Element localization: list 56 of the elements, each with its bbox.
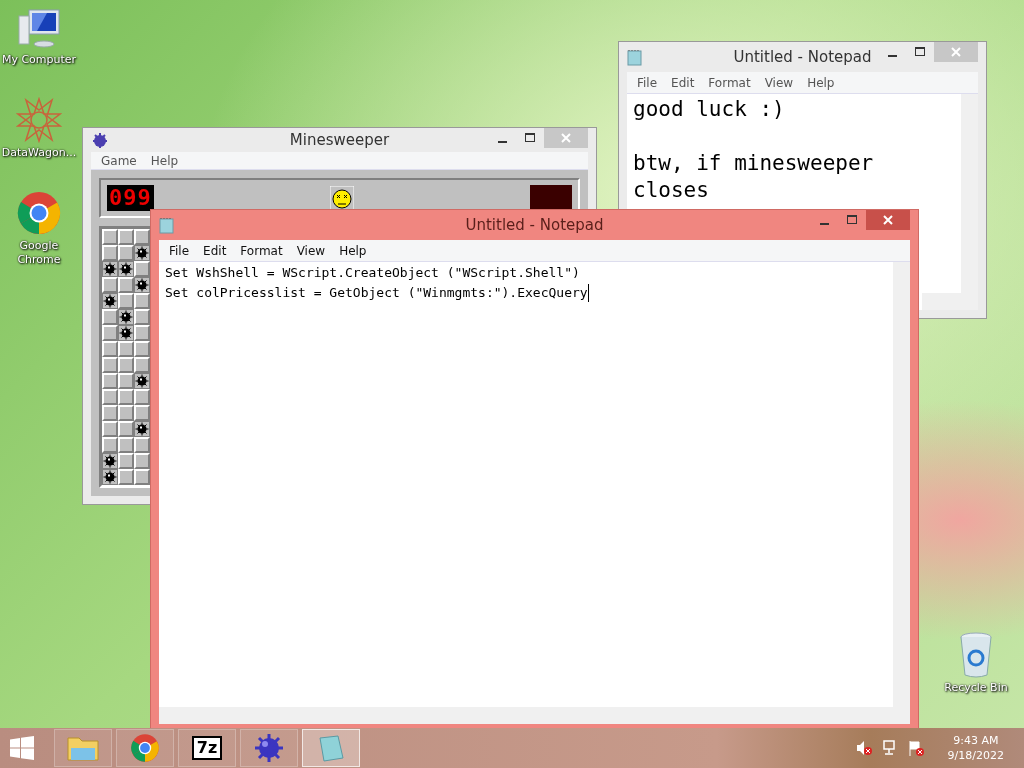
board-cell[interactable] xyxy=(102,453,118,469)
notepad-icon xyxy=(627,48,643,66)
code-line: Set WshShell = WScript.CreateObject ("WScript.Shell") xyxy=(165,264,581,282)
taskbar-button[interactable]: 7z xyxy=(178,729,236,767)
board-cell[interactable] xyxy=(102,469,118,485)
menu-item[interactable]: View xyxy=(290,243,332,258)
maximize-icon xyxy=(847,215,857,225)
flag-icon[interactable] xyxy=(907,740,924,756)
minimize-icon xyxy=(887,54,897,57)
menu-item[interactable]: Format xyxy=(234,243,289,258)
recycle-bin-icon[interactable] xyxy=(958,632,994,678)
timer-display xyxy=(530,185,572,211)
board-cell[interactable] xyxy=(118,261,134,277)
star-pattern-icon[interactable] xyxy=(16,97,62,143)
windows-logo-icon[interactable] xyxy=(10,736,34,760)
taskbar-button[interactable] xyxy=(240,729,298,767)
board-cell[interactable] xyxy=(134,373,150,389)
board-cell[interactable] xyxy=(118,325,134,341)
muted-speaker-icon[interactable] xyxy=(855,740,872,756)
close-button[interactable] xyxy=(866,210,910,230)
close-icon xyxy=(561,133,571,143)
horizontal-scrollbar[interactable] xyxy=(159,707,910,724)
taskbar-button[interactable] xyxy=(116,729,174,767)
window-title: Untitled - Notepad xyxy=(733,48,872,66)
chrome-icon[interactable] xyxy=(16,190,62,236)
vertical-scrollbar[interactable] xyxy=(893,262,910,707)
window-title: Minesweeper xyxy=(289,131,390,150)
minimize-icon xyxy=(497,140,507,143)
computer-icon[interactable] xyxy=(17,8,61,50)
dead-face-button[interactable] xyxy=(329,186,354,210)
network-icon[interactable] xyxy=(881,740,898,756)
mine-counter: 099 xyxy=(107,185,154,211)
folder-icon xyxy=(67,734,99,762)
archive-logo: 7z xyxy=(191,736,223,760)
board-cell[interactable] xyxy=(102,293,118,309)
menu-item[interactable]: Help xyxy=(333,243,373,258)
board-cell[interactable] xyxy=(134,421,150,437)
spiky-ball-icon xyxy=(91,132,109,149)
code-line: Set colPricesslist = GetObject ("Winmgmts:").ExecQuery xyxy=(165,284,589,302)
board-cell[interactable] xyxy=(102,261,118,277)
maximize-icon xyxy=(525,133,535,143)
minimize-icon xyxy=(819,222,829,225)
board-cell[interactable] xyxy=(118,309,134,325)
board-cell[interactable] xyxy=(134,245,150,261)
menu-item[interactable]: File xyxy=(163,243,196,258)
taskbar-button[interactable] xyxy=(302,729,360,767)
window-title: Untitled - Notepad xyxy=(465,216,604,234)
spiky-ball-icon xyxy=(254,733,284,763)
close-icon xyxy=(883,215,893,225)
menu-item[interactable]: Edit xyxy=(197,243,233,258)
maximize-icon xyxy=(915,47,925,57)
text-content: good luck :) btw, if minesweeper closes xyxy=(633,96,874,204)
chrome-icon xyxy=(130,733,160,763)
notepad-icon xyxy=(159,216,175,234)
board-cell[interactable] xyxy=(134,277,150,293)
close-icon xyxy=(951,47,961,57)
